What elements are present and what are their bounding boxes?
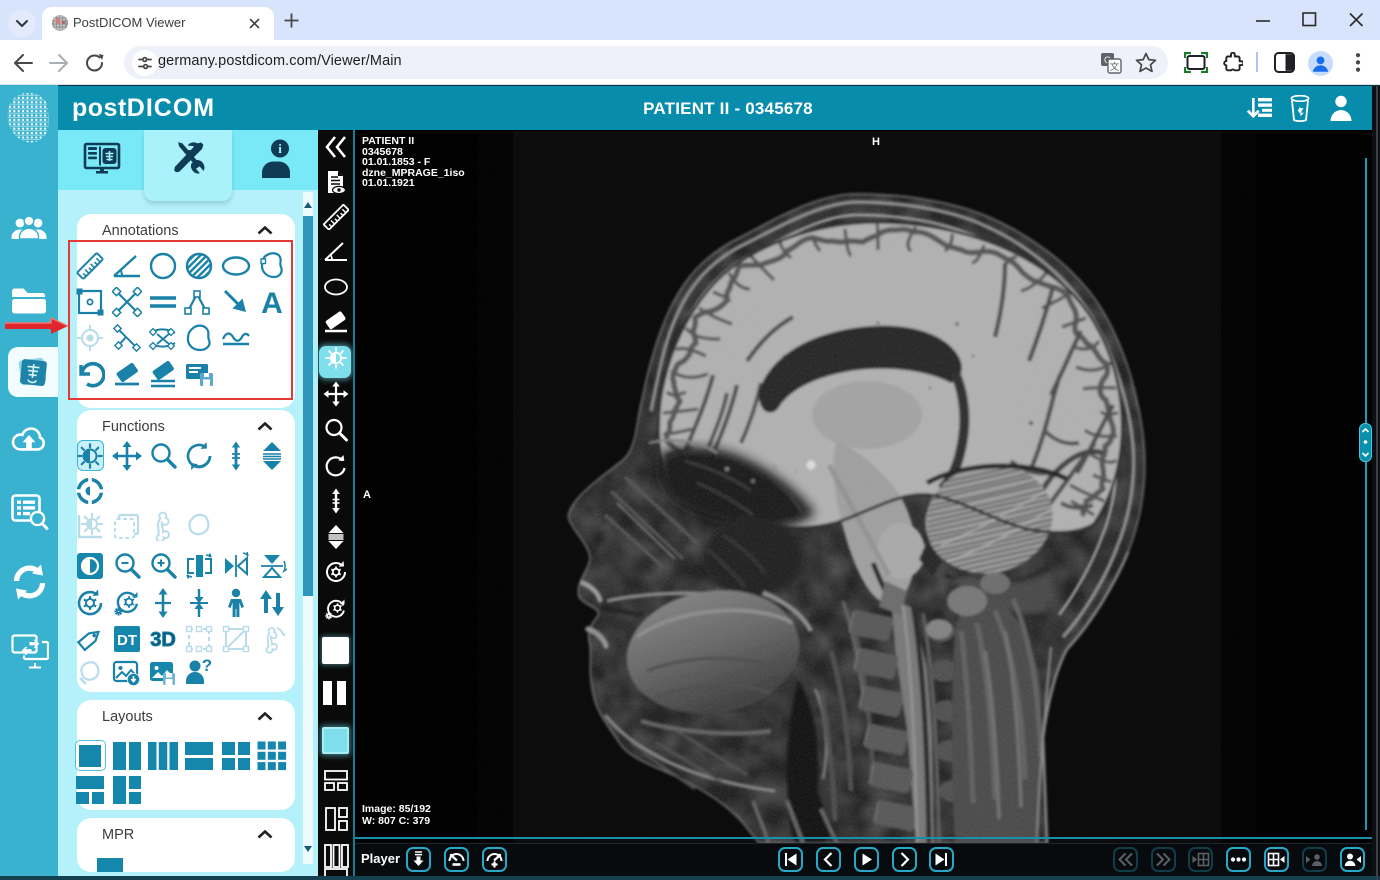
svg-text:i: i — [278, 141, 282, 156]
svg-text:文: 文 — [1110, 61, 1120, 73]
svg-text:DT: DT — [117, 632, 137, 649]
svg-text:?: ? — [202, 658, 212, 675]
svg-text:3D: 3D — [150, 629, 176, 651]
